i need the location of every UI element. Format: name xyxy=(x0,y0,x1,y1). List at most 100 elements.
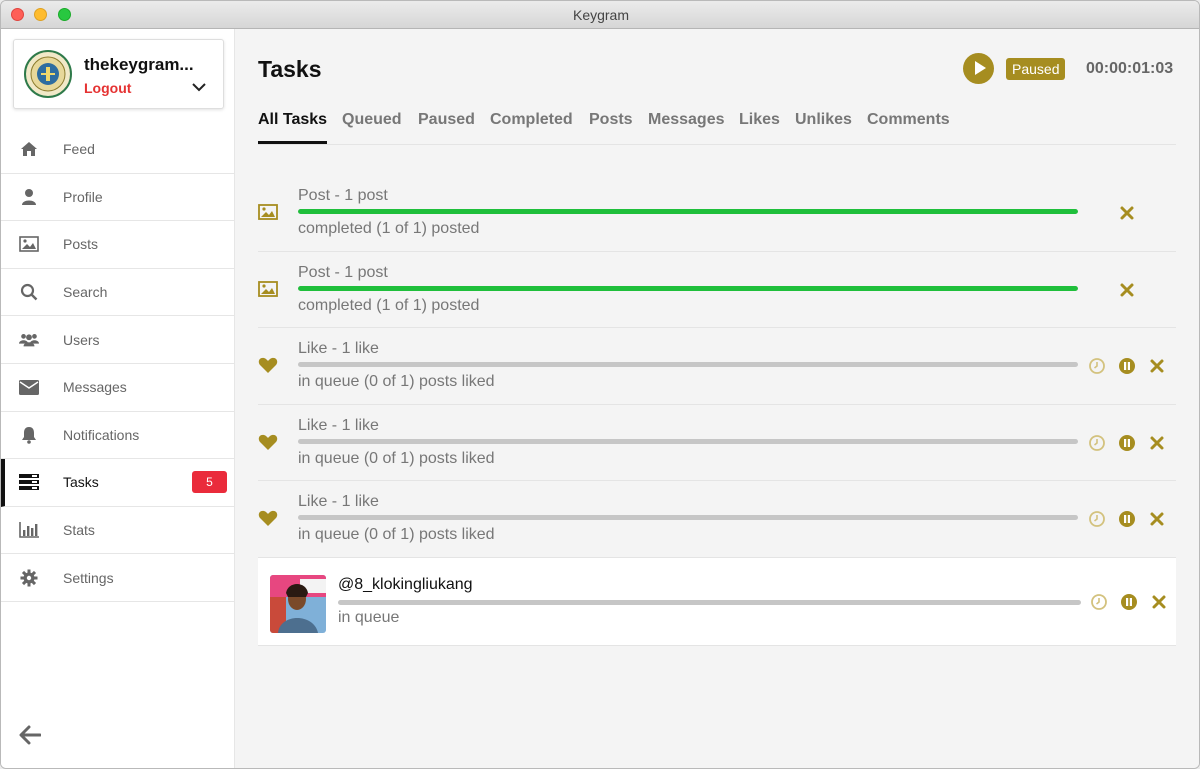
heart-icon xyxy=(258,434,278,450)
sidebar-item-label: Posts xyxy=(63,236,99,253)
pause-icon[interactable] xyxy=(1120,593,1138,611)
task-actions xyxy=(1088,357,1176,377)
task-actions xyxy=(1088,204,1176,224)
sidebar-item-users[interactable]: Users xyxy=(1,316,235,364)
task-status: in queue (0 of 1) posts liked xyxy=(298,373,495,391)
title-bar: Keygram xyxy=(1,1,1199,29)
tab-paused[interactable]: Paused xyxy=(418,111,475,129)
sidebar-item-posts[interactable]: Posts xyxy=(1,221,235,269)
close-icon[interactable] xyxy=(1118,281,1136,299)
task-row: Post - 1 post completed (1 of 1) posted xyxy=(258,175,1176,252)
search-icon xyxy=(19,283,39,301)
sidebar-item-profile[interactable]: Profile xyxy=(1,174,235,222)
image-icon xyxy=(258,204,278,220)
sidebar-item-label: Users xyxy=(63,331,100,348)
task-progress-bar xyxy=(298,285,1078,291)
sidebar-item-label: Tasks xyxy=(63,474,99,491)
task-actions xyxy=(1088,510,1176,530)
sidebar-item-label: Notifications xyxy=(63,426,140,443)
task-row: Like - 1 like in queue (0 of 1) posts li… xyxy=(258,328,1176,405)
sidebar-item-search[interactable]: Search xyxy=(1,269,235,317)
task-title: Post - 1 post xyxy=(298,187,388,204)
close-icon[interactable] xyxy=(1148,434,1166,452)
image-icon xyxy=(19,235,39,253)
task-title: @8_klokingliukang xyxy=(338,575,473,593)
back-arrow-icon[interactable] xyxy=(19,725,41,745)
image-icon xyxy=(258,280,278,297)
task-title: Like - 1 like xyxy=(298,340,379,358)
tab-completed[interactable]: Completed xyxy=(490,111,573,129)
sidebar-item-messages[interactable]: Messages xyxy=(1,364,235,412)
task-list: Post - 1 post completed (1 of 1) posted … xyxy=(258,175,1176,646)
tab-comments[interactable]: Comments xyxy=(867,111,950,129)
sidebar-item-label: Profile xyxy=(63,188,103,205)
home-icon xyxy=(19,140,39,158)
play-button[interactable] xyxy=(963,53,994,84)
task-status: in queue xyxy=(338,608,400,626)
tab-messages[interactable]: Messages xyxy=(648,111,725,129)
clock-icon[interactable] xyxy=(1090,593,1108,611)
close-icon[interactable] xyxy=(1118,204,1136,222)
tab-likes[interactable]: Likes xyxy=(739,111,780,129)
sidebar-item-settings[interactable]: Settings xyxy=(1,554,235,602)
task-progress-bar xyxy=(298,209,1078,214)
task-progress-bar xyxy=(298,515,1078,521)
clock-icon[interactable] xyxy=(1088,357,1106,375)
main-content: Tasks Paused 00:00:01:03 All Tasks Queue… xyxy=(236,29,1199,768)
sidebar-item-label: Settings xyxy=(63,569,114,586)
task-row: Like - 1 like in queue (0 of 1) posts li… xyxy=(258,481,1176,558)
elapsed-timer: 00:00:01:03 xyxy=(1086,60,1174,77)
task-status: completed (1 of 1) posted xyxy=(298,296,480,314)
account-card[interactable]: thekeygram... Logout xyxy=(13,39,224,109)
task-row: Like - 1 like in queue (0 of 1) posts li… xyxy=(258,405,1176,482)
task-actions xyxy=(1088,434,1176,454)
pause-icon[interactable] xyxy=(1118,357,1136,375)
window-title: Keygram xyxy=(572,7,630,23)
task-actions xyxy=(1090,593,1178,613)
close-icon[interactable] xyxy=(1148,510,1166,528)
clock-icon[interactable] xyxy=(1088,434,1106,452)
avatar xyxy=(270,574,326,633)
close-icon[interactable] xyxy=(1150,593,1168,611)
sidebar-item-notifications[interactable]: Notifications xyxy=(1,412,235,460)
status-badge: Paused xyxy=(1006,58,1066,80)
task-title: Like - 1 like xyxy=(298,493,379,511)
task-status: in queue (0 of 1) posts liked xyxy=(298,449,495,467)
envelope-icon xyxy=(19,378,39,396)
app-window: Keygram thekeygram... Logout Feed Profil… xyxy=(0,0,1200,769)
bell-icon xyxy=(19,426,39,444)
sidebar-item-tasks[interactable]: Tasks 5 xyxy=(1,459,235,507)
tasks-count-badge: 5 xyxy=(192,471,227,494)
task-status: in queue (0 of 1) posts liked xyxy=(298,526,495,544)
pause-icon[interactable] xyxy=(1118,434,1136,452)
tab-all-tasks[interactable]: All Tasks xyxy=(258,111,328,144)
gear-icon xyxy=(19,569,39,587)
heart-icon xyxy=(258,511,278,527)
tab-posts[interactable]: Posts xyxy=(589,111,633,129)
task-progress-bar xyxy=(338,599,1081,605)
chevron-down-icon[interactable] xyxy=(189,78,209,96)
tasks-icon xyxy=(19,473,39,491)
sidebar-item-label: Feed xyxy=(63,141,95,158)
pause-icon[interactable] xyxy=(1118,510,1136,528)
tab-queued[interactable]: Queued xyxy=(342,111,402,129)
sidebar-item-label: Messages xyxy=(63,379,127,396)
sidebar-item-stats[interactable]: Stats xyxy=(1,507,235,555)
users-icon xyxy=(19,331,39,349)
task-row: Post - 1 post completed (1 of 1) posted xyxy=(258,252,1176,329)
task-title: Post - 1 post xyxy=(298,263,388,281)
sidebar-item-feed[interactable]: Feed xyxy=(1,126,235,174)
clock-icon[interactable] xyxy=(1088,510,1106,528)
account-name: thekeygram... xyxy=(84,55,194,74)
tab-unlikes[interactable]: Unlikes xyxy=(795,111,852,129)
sidebar-item-label: Search xyxy=(63,284,108,301)
user-icon xyxy=(19,188,39,206)
logout-link[interactable]: Logout xyxy=(84,80,131,96)
task-status: completed (1 of 1) posted xyxy=(298,220,480,237)
task-progress-fill xyxy=(298,285,1078,291)
keygram-logo xyxy=(24,50,72,98)
close-icon[interactable] xyxy=(1148,357,1166,375)
task-actions xyxy=(1088,281,1176,301)
sidebar: thekeygram... Logout Feed Profile Posts … xyxy=(1,29,235,768)
sidebar-nav: Feed Profile Posts Search Users Messages… xyxy=(1,126,235,602)
